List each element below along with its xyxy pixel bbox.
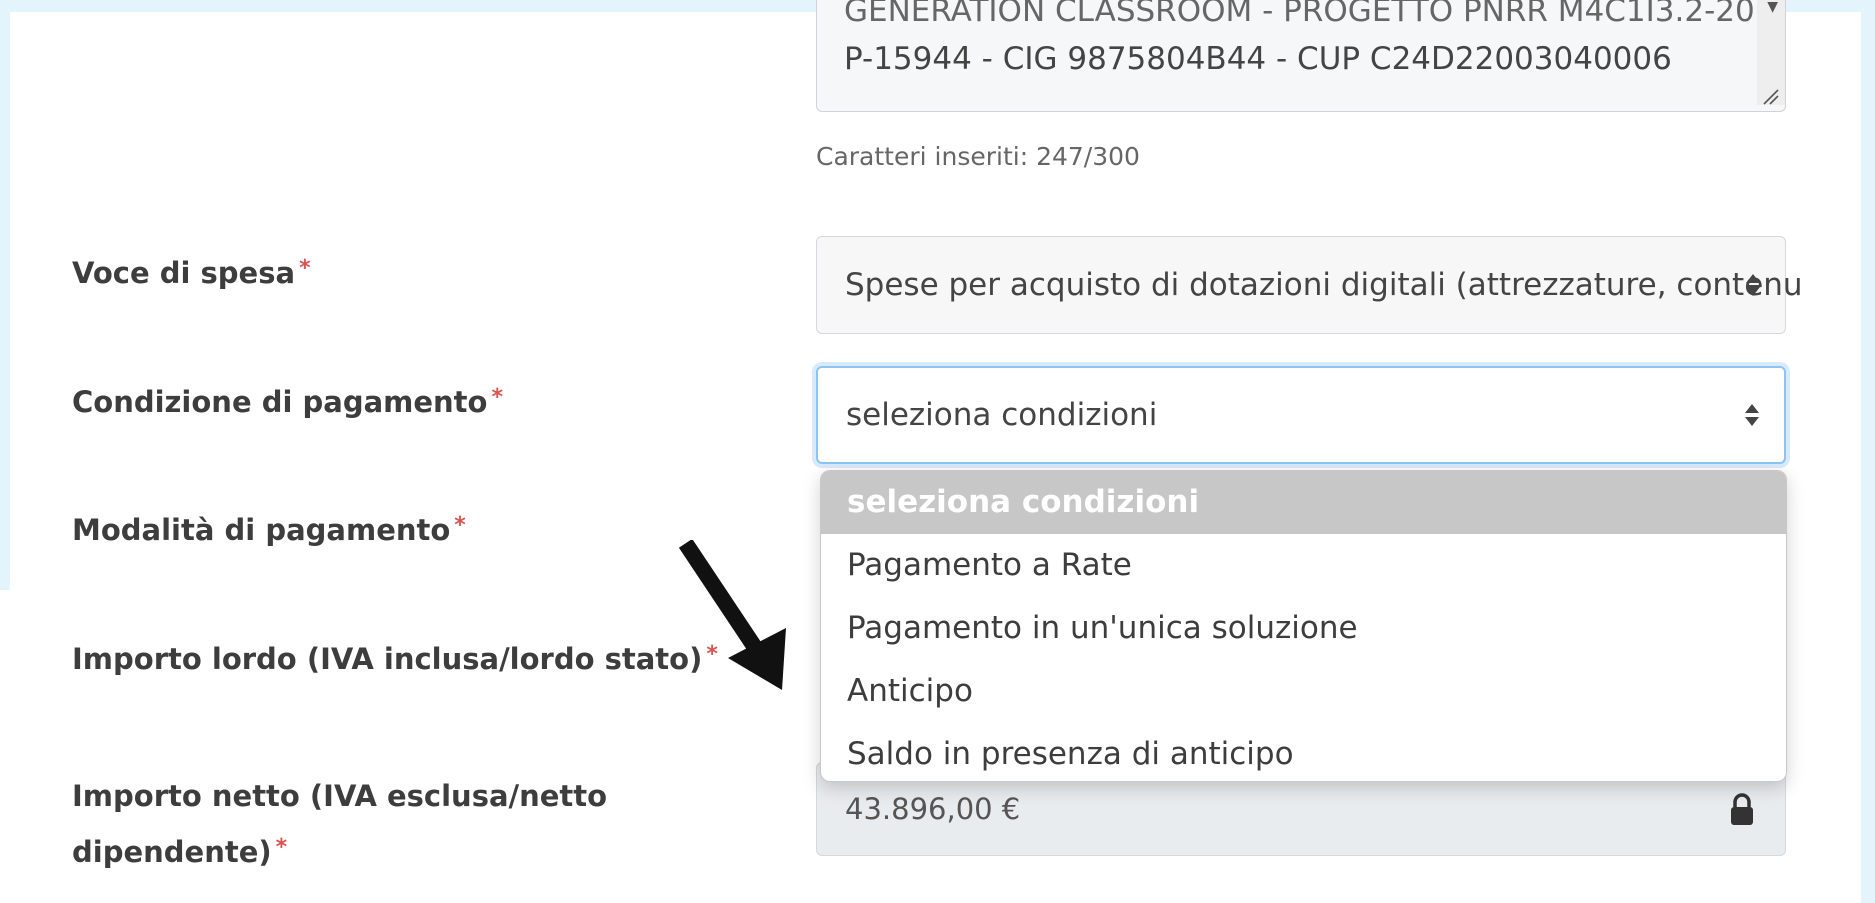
label-text: Condizione di pagamento — [72, 385, 488, 419]
description-textarea[interactable]: GENERATION CLASSROOM - PROGETTO PNRR M4C… — [816, 0, 1786, 112]
required-marker: * — [491, 385, 503, 410]
textarea-line: P-15944 - CIG 9875804B44 - CUP C24D22003… — [844, 41, 1672, 77]
dropdown-option-anticipo[interactable]: Anticipo — [821, 660, 1786, 723]
dropdown-option-placeholder[interactable]: seleziona condizioni — [821, 471, 1786, 534]
importo-netto-label: Importo netto (IVA esclusa/netto dipende… — [72, 770, 607, 878]
label-text: Importo lordo (IVA inclusa/lordo stato) — [72, 642, 703, 676]
required-marker: * — [299, 256, 311, 281]
label-text-line2: dipendente) — [72, 835, 272, 869]
voce-di-spesa-label: Voce di spesa * — [72, 256, 311, 290]
label-text-line1: Importo netto (IVA esclusa/netto — [72, 779, 608, 813]
condizione-pagamento-label: Condizione di pagamento * — [72, 385, 503, 419]
importo-netto-value: 43.896,00 € — [845, 792, 1021, 826]
modalita-pagamento-label: Modalità di pagamento * — [72, 513, 466, 547]
screenshot-frame-right — [1861, 0, 1875, 903]
character-counter: Caratteri inseriti: 247/300 — [816, 142, 1140, 171]
lock-icon — [1731, 793, 1753, 825]
voce-di-spesa-select[interactable]: Spese per acquisto di dotazioni digitali… — [816, 236, 1803, 334]
condizione-pagamento-dropdown[interactable]: seleziona condizioni Pagamento a Rate Pa… — [820, 470, 1787, 782]
dropdown-option-pagamento-a-rate[interactable]: Pagamento a Rate — [821, 534, 1786, 597]
dropdown-option-unica-soluzione[interactable]: Pagamento in un'unica soluzione — [821, 597, 1786, 660]
required-marker: * — [454, 513, 466, 538]
screenshot-frame-left — [0, 0, 10, 590]
pointer-arrow — [678, 540, 786, 690]
required-marker: * — [275, 835, 288, 860]
importo-lordo-label: Importo lordo (IVA inclusa/lordo stato) * — [72, 642, 718, 676]
label-text: Modalità di pagamento — [72, 513, 451, 547]
sort-caret-icon — [1746, 274, 1760, 296]
select-value: seleziona condizioni — [846, 397, 1158, 433]
sort-caret-icon — [1745, 404, 1759, 426]
resize-handle-icon[interactable] — [1761, 87, 1779, 105]
condizione-pagamento-select[interactable]: seleziona condizioni — [816, 366, 1786, 464]
textarea-line-partial: GENERATION CLASSROOM - PROGETTO PNRR M4C… — [844, 0, 1786, 29]
scroll-down-icon[interactable]: ▼ — [1767, 0, 1778, 15]
label-text: Voce di spesa — [72, 256, 296, 290]
dropdown-option-saldo-anticipo[interactable]: Saldo in presenza di anticipo — [821, 723, 1786, 781]
select-value: Spese per acquisto di dotazioni digitali… — [845, 267, 1803, 303]
